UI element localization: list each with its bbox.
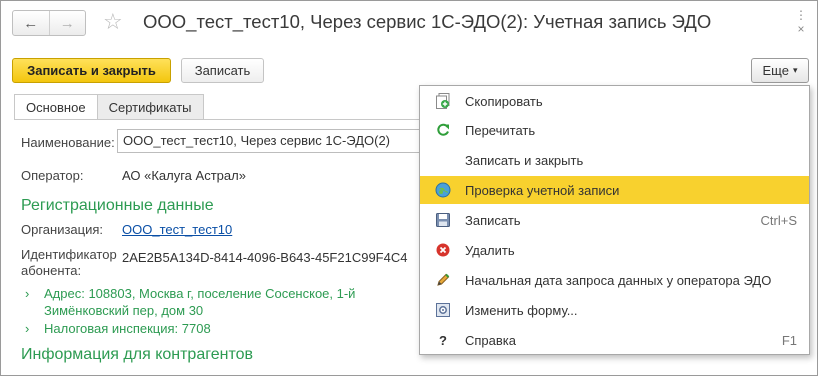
menu-item-label: Проверка учетной записи <box>465 182 620 198</box>
more-dropdown-menu: Скопировать Перечитать Записать и закрыт… <box>419 85 810 355</box>
menu-item-label: Изменить форму... <box>465 302 578 318</box>
address-line-1: Адрес: 108803, Москва г, поселение Сосен… <box>44 286 356 301</box>
globe-check-icon <box>435 182 451 198</box>
organization-label: Организация: <box>21 222 104 237</box>
tabs-bar: Основное Сертификаты <box>14 94 204 120</box>
menu-item-shortcut: F1 <box>781 332 797 348</box>
chevron-down-icon: ▾ <box>792 65 798 75</box>
tab-main[interactable]: Основное <box>14 94 98 120</box>
menu-item-start-date[interactable]: Начальная дата запроса данных у оператор… <box>420 266 809 294</box>
pencil-icon <box>435 272 451 288</box>
menu-item-label: Скопировать <box>465 93 543 109</box>
help-icon: ? <box>439 332 447 348</box>
chevron-right-icon[interactable]: › <box>25 286 29 301</box>
menu-item-help[interactable]: ? Справка F1 <box>420 326 809 354</box>
menu-item-label: Перечитать <box>465 122 536 138</box>
refresh-icon <box>435 122 451 138</box>
subscriber-label-line1: Идентификатор <box>21 247 117 262</box>
address-row[interactable]: Адрес: 108803, Москва г, поселение Сосен… <box>44 285 355 319</box>
save-button[interactable]: Записать <box>181 58 264 83</box>
tab-certificates[interactable]: Сертификаты <box>96 94 204 120</box>
menu-item-save-close[interactable]: Записать и закрыть <box>420 146 809 174</box>
delete-icon <box>435 242 451 258</box>
subscriber-id-value: 2AE2B5A134D-8414-4096-B643-45F21C99F4C4 <box>122 250 408 265</box>
more-dots-icon[interactable]: ⋮ <box>795 9 807 21</box>
operator-value: АО «Калуга Астрал» <box>122 168 246 183</box>
address-line-2: Зимёнковский пер, дом 30 <box>44 303 204 318</box>
operator-label: Оператор: <box>21 168 84 183</box>
menu-item-label: Записать и закрыть <box>465 152 584 168</box>
copy-icon <box>435 93 451 109</box>
navigation-buttons: ← → <box>12 10 86 36</box>
menu-item-label: Справка <box>465 332 516 348</box>
registration-section-title: Регистрационные данные <box>21 197 214 214</box>
menu-item-copy[interactable]: Скопировать <box>420 87 809 115</box>
menu-item-check-account[interactable]: Проверка учетной записи <box>420 176 809 204</box>
back-arrow-icon: ← <box>23 14 39 32</box>
close-icon[interactable]: × <box>797 23 804 35</box>
chevron-right-icon[interactable]: › <box>25 321 29 336</box>
menu-item-label: Записать <box>465 212 521 228</box>
favorite-star-icon[interactable]: ☆ <box>103 9 123 35</box>
name-label: Наименование: <box>21 135 115 150</box>
form-window: ← → ☆ ООО_тест_тест10, Через сервис 1С-Э… <box>0 0 818 376</box>
contractors-section-title: Информация для контрагентов <box>21 346 253 363</box>
menu-item-shortcut: Ctrl+S <box>760 212 797 228</box>
menu-item-label: Начальная дата запроса данных у оператор… <box>465 272 772 288</box>
save-icon <box>435 212 451 228</box>
name-field[interactable]: ООО_тест_тест10, Через сервис 1С-ЭДО(2) <box>117 129 419 153</box>
form-settings-icon <box>435 302 451 318</box>
menu-item-save[interactable]: Записать Ctrl+S <box>420 206 809 234</box>
tax-office-row[interactable]: Налоговая инспекция: 7708 <box>44 320 211 337</box>
title-actions: ⋮ × <box>795 9 807 35</box>
tab-divider <box>14 119 419 120</box>
menu-item-reread[interactable]: Перечитать <box>420 116 809 144</box>
menu-item-label: Удалить <box>465 242 515 258</box>
save-and-close-button[interactable]: Записать и закрыть <box>12 58 171 83</box>
menu-item-delete[interactable]: Удалить <box>420 236 809 264</box>
window-title: ООО_тест_тест10, Через сервис 1С-ЭДО(2):… <box>143 11 712 32</box>
more-button-label: Еще <box>762 63 789 78</box>
forward-button[interactable]: → <box>48 11 86 35</box>
forward-arrow-icon: → <box>59 14 75 32</box>
subscriber-label-line2: абонента: <box>21 263 82 278</box>
more-button[interactable]: Еще ▾ <box>751 58 809 83</box>
menu-item-change-form[interactable]: Изменить форму... <box>420 296 809 324</box>
back-button[interactable]: ← <box>13 11 49 35</box>
organization-link[interactable]: ООО_тест_тест10 <box>122 222 232 237</box>
